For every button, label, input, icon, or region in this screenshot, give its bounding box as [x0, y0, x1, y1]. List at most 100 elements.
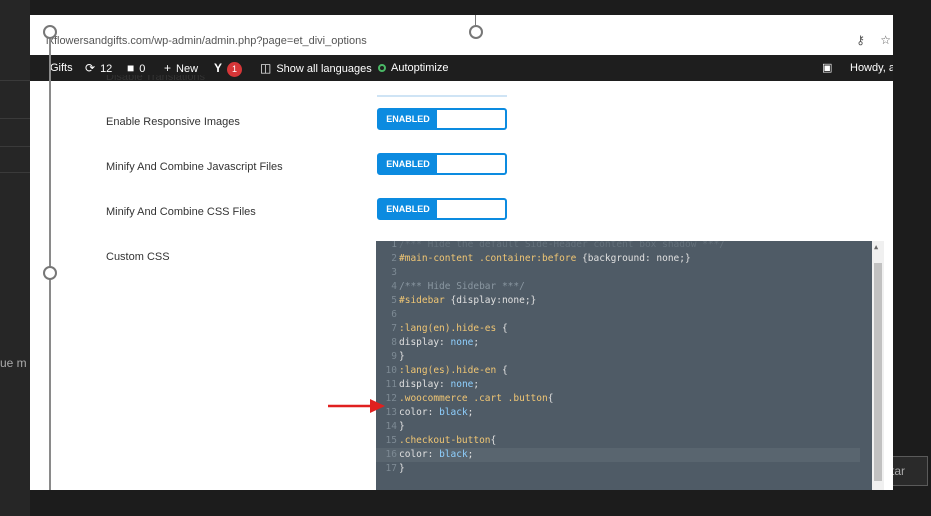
setting-label-partial: Disable Translations — [106, 75, 206, 83]
code-line[interactable]: 5 #sidebar {display:none;} — [376, 294, 860, 308]
comment-icon: ■ — [127, 61, 135, 75]
code-line[interactable]: 7:lang(en).hide-es { — [376, 322, 860, 336]
background-divider — [0, 146, 30, 147]
scrollbar-thumb[interactable] — [874, 263, 882, 481]
code-line[interactable]: 6 — [376, 308, 860, 322]
line-number: 15 — [385, 435, 397, 446]
background-divider — [0, 80, 30, 81]
code-text: /*** Hide the default Side-Header conten… — [399, 241, 726, 250]
code-text: :lang(en).hide-es { — [399, 323, 508, 334]
line-number: 11 — [385, 379, 397, 390]
code-text: .checkout-button{ — [399, 435, 497, 446]
toggle-state: ENABLED — [379, 110, 437, 128]
line-number: 4 — [391, 281, 397, 292]
code-text: } — [399, 421, 405, 432]
browser-address-bar: ikflowersandgifts.com/wp-admin/admin.php… — [30, 15, 893, 55]
languages-label: Show all languages — [276, 63, 372, 75]
languages-link[interactable]: ◫ Show all languages — [260, 55, 372, 81]
crop-handle[interactable] — [469, 25, 483, 39]
url-text[interactable]: ikflowersandgifts.com/wp-admin/admin.php… — [46, 35, 367, 47]
code-line[interactable]: 13 color: black; — [376, 406, 860, 420]
code-text: } — [399, 463, 405, 474]
scroll-up-icon[interactable]: ▲ — [874, 243, 878, 251]
toggle-minify-css[interactable]: ENABLED — [377, 198, 507, 220]
code-text: :lang(es).hide-en { — [399, 365, 508, 376]
background-button-label: tar — [890, 464, 905, 478]
code-line[interactable]: 9} — [376, 350, 860, 364]
line-number: 10 — [385, 365, 397, 376]
line-number: 5 — [391, 295, 397, 306]
line-number: 14 — [385, 421, 397, 432]
line-number: 7 — [391, 323, 397, 334]
line-number: 6 — [391, 309, 397, 320]
new-label: New — [176, 63, 199, 75]
code-line[interactable]: 2 #main-content .container:before {backgr… — [376, 252, 860, 266]
setting-label-responsive-images: Enable Responsive Images — [106, 116, 240, 128]
crop-guide-line — [49, 30, 51, 490]
code-text: } — [399, 351, 405, 362]
site-name-link[interactable]: Gifts — [50, 55, 73, 81]
autoptimize-label: Autoptimize — [391, 62, 449, 74]
crop-handle[interactable] — [43, 25, 57, 39]
line-number: 2 — [391, 253, 397, 264]
plus-icon: + — [164, 61, 172, 75]
line-number: 3 — [391, 267, 397, 278]
background-divider — [0, 172, 30, 173]
background-left-panel — [0, 0, 30, 516]
code-text: color: black; — [399, 449, 474, 460]
editor-scrollbar[interactable]: ▲ — [872, 241, 884, 490]
code-text: display: none; — [399, 379, 480, 390]
status-dot-icon — [378, 64, 386, 73]
code-line[interactable]: 15 .checkout-button{ — [376, 434, 860, 448]
background-text-fragment: ue m — [0, 356, 27, 370]
key-icon[interactable]: ⚷ — [856, 33, 865, 47]
account-menu[interactable]: Howdy, a — [850, 55, 893, 81]
yoast-badge: 1 — [227, 61, 243, 77]
toggle-responsive-images[interactable]: ENABLED — [377, 108, 507, 130]
star-icon[interactable]: ☆ — [880, 33, 891, 47]
toggle-minify-js[interactable]: ENABLED — [377, 153, 507, 175]
line-number: 16 — [385, 449, 397, 460]
code-text: .woocommerce .cart .button{ — [399, 393, 554, 404]
updates-count: 12 — [100, 63, 113, 75]
setting-label-minify-css: Minify And Combine CSS Files — [106, 206, 256, 218]
refresh-icon: ⟳ — [85, 61, 96, 75]
code-line[interactable]: 16 color: black; — [376, 448, 860, 462]
code-line[interactable]: 8 display: none; — [376, 336, 860, 350]
code-line[interactable]: 12 .woocommerce .cart .button{ — [376, 392, 860, 406]
code-line[interactable]: 1/*** Hide the default Side-Header conte… — [376, 241, 860, 252]
code-line[interactable]: 10:lang(es).hide-en { — [376, 364, 860, 378]
code-line[interactable]: 4/*** Hide Sidebar ***/ — [376, 280, 860, 294]
translate-icon: ◫ — [260, 61, 272, 75]
code-text: display: none; — [399, 337, 480, 348]
setting-label-minify-js: Minify And Combine Javascript Files — [106, 161, 283, 173]
code-text: color: black; — [399, 407, 474, 418]
crop-handle[interactable] — [43, 266, 57, 280]
code-line[interactable]: 17} — [376, 462, 860, 476]
line-number: 8 — [391, 337, 397, 348]
howdy-label: Howdy, a — [850, 62, 893, 74]
code-line[interactable]: 3 — [376, 266, 860, 280]
screen-icon-link[interactable]: ▣ — [822, 55, 832, 81]
background-divider — [0, 118, 30, 119]
custom-css-editor[interactable]: 1/*** Hide the default Side-Header conte… — [376, 241, 884, 490]
code-line[interactable]: 11 display: none; — [376, 378, 860, 392]
toggle-state: ENABLED — [379, 155, 437, 173]
code-line[interactable]: 14} — [376, 420, 860, 434]
monitor-icon: ▣ — [822, 62, 833, 74]
red-arrow-icon — [328, 399, 385, 413]
toggle-state: ENABLED — [379, 200, 437, 218]
yoast-icon: Y — [214, 61, 223, 75]
comments-count: 0 — [139, 63, 146, 75]
divi-options-panel: Disable Translations Enable Responsive I… — [52, 75, 893, 490]
code-text: #sidebar {display:none;} — [399, 295, 537, 306]
setting-label-custom-css: Custom CSS — [106, 251, 170, 263]
code-text: #main-content .container:before {backgro… — [399, 253, 691, 264]
screenshot-frame: ikflowersandgifts.com/wp-admin/admin.php… — [30, 15, 893, 490]
code-text: /*** Hide Sidebar ***/ — [399, 281, 525, 292]
yoast-link[interactable]: Y1 — [214, 55, 243, 81]
line-number: 9 — [391, 351, 397, 362]
site-name-label: Gifts — [50, 62, 73, 74]
toggle-partial[interactable] — [377, 75, 507, 97]
line-number: 17 — [385, 463, 397, 474]
